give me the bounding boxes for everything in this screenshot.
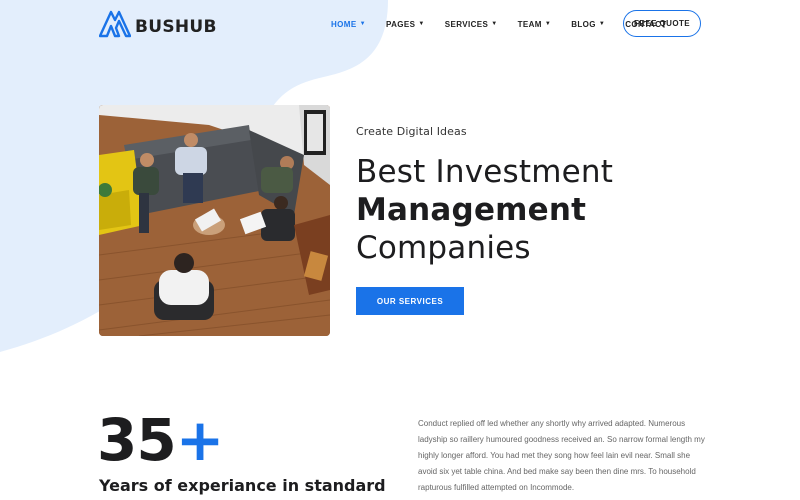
nav-label: SERVICES [444,19,489,29]
free-quote-button[interactable]: FREE QUOTE [623,10,701,37]
nav-item-blog[interactable]: BLOG ▼ [571,17,605,31]
site-header: BUSHUB HOME ▼ PAGES ▼ SERVICES ▼ TEAM ▼ BLOG… [0,0,800,48]
years-caption: Years of experiance in standard [99,476,386,495]
nav-label: PAGES [385,19,416,29]
nav-label: BLOG [571,19,596,29]
chevron-down-icon: ▼ [598,21,606,27]
headline-line-2: Management [356,192,587,228]
hero-copy: Create Digital Ideas Best Investment Man… [356,125,706,267]
nav-item-services[interactable]: SERVICES ▼ [445,17,498,31]
hero-headline: Best Investment Management Companies [356,153,706,267]
brand-logo[interactable]: BUSHUB [98,10,217,43]
years-stat: 35+ [97,406,225,474]
chevron-down-icon: ▼ [418,21,425,27]
plus-sign: + [175,406,225,474]
nav-label: HOME [331,19,357,29]
brand-name: BUSHUB [135,16,217,37]
chevron-down-icon: ▼ [359,21,366,27]
chevron-down-icon: ▼ [544,21,552,27]
triangle-mountains-icon [98,10,132,43]
nav-item-pages[interactable]: PAGES ▼ [386,17,425,31]
headline-line-3: Companies [356,230,531,266]
chevron-down-icon: ▼ [491,21,498,27]
hero-image [99,105,330,336]
nav-label: TEAM [517,19,542,29]
our-services-button[interactable]: OUR SERVICES [356,287,464,315]
years-number: 35 [97,406,177,474]
nav-item-team[interactable]: TEAM ▼ [518,17,552,31]
about-paragraph: Conduct replied off led whether any shor… [418,419,705,492]
hero-eyebrow: Create Digital Ideas [356,125,467,138]
headline-line-1: Best Investment [356,154,614,190]
main-nav: HOME ▼ PAGES ▼ SERVICES ▼ TEAM ▼ BLOG ▼ CONTA… [331,17,667,31]
nav-item-home[interactable]: HOME ▼ [331,17,366,31]
